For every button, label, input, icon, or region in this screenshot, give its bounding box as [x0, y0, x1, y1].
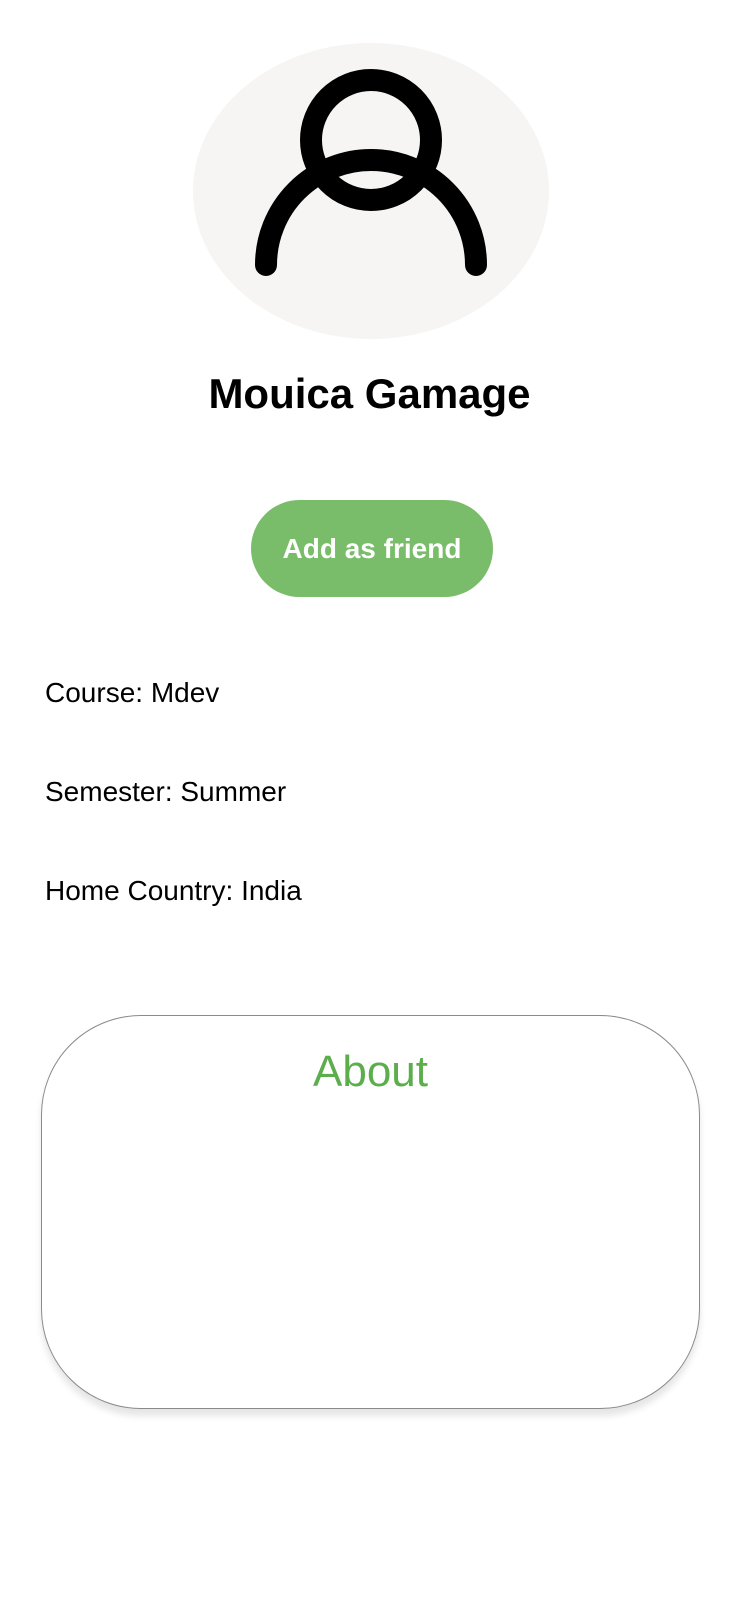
- about-title: About: [313, 1047, 428, 1096]
- avatar[interactable]: [193, 43, 549, 339]
- add-friend-button[interactable]: Add as friend: [251, 500, 493, 597]
- home-country-info: Home Country: India: [45, 875, 302, 906]
- semester-info: Semester: Summer: [45, 776, 287, 807]
- course-info: Course: Mdev: [45, 677, 220, 708]
- profile-name: Mouica Gamage: [208, 370, 531, 417]
- about-card: About: [41, 1015, 700, 1409]
- user-icon: [255, 69, 487, 276]
